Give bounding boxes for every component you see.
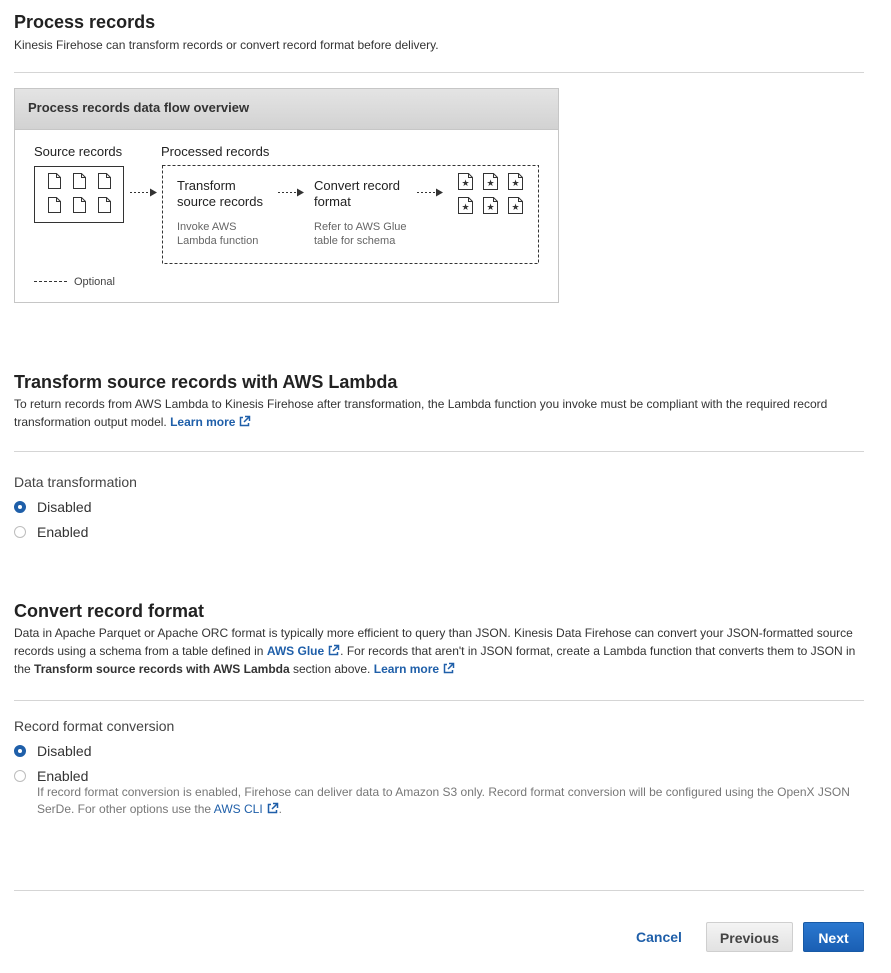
radio-label: Disabled — [37, 743, 92, 759]
convert-step-sub: Refer to AWS Glue table for schema — [314, 220, 407, 248]
transform-step: Transform source records — [177, 178, 263, 210]
transform-section-title: Transform source records with AWS Lambda — [14, 372, 398, 392]
radio-label: Enabled — [37, 768, 89, 784]
radio-unchecked-icon[interactable] — [14, 770, 26, 782]
convert-section-description: Data in Apache Parquet or Apache ORC for… — [14, 624, 866, 678]
radio-checked-icon[interactable] — [14, 745, 26, 757]
aws-cli-label: AWS CLI — [213, 802, 263, 816]
external-link-icon — [240, 415, 251, 427]
transform-step-sub: Invoke AWS Lambda function — [177, 220, 258, 248]
transform-sub-line2: Lambda function — [177, 235, 259, 247]
divider — [14, 72, 864, 73]
aws-glue-label: AWS Glue — [266, 644, 325, 658]
convert-desc-bold: Transform source records with AWS Lambda — [34, 662, 290, 676]
record-format-conversion-label: Record format conversion — [14, 718, 175, 734]
aws-cli-link[interactable]: AWS CLI — [214, 802, 279, 816]
convert-desc-text: section above. — [293, 662, 371, 676]
data-transformation-label: Data transformation — [14, 474, 137, 490]
record-format-enabled-radio[interactable]: Enabled — [14, 766, 88, 786]
divider — [14, 890, 864, 891]
record-format-note-text: If record format conversion is enabled, … — [37, 785, 850, 816]
aws-glue-link[interactable]: AWS Glue — [267, 644, 340, 658]
process-records-description: Kinesis Firehose can transform records o… — [14, 38, 439, 52]
radio-checked-icon[interactable] — [14, 501, 26, 513]
next-button[interactable]: Next — [803, 922, 864, 952]
convert-step: Convert record format — [314, 178, 400, 210]
svg-text:★: ★ — [511, 179, 519, 189]
arrow-icon — [436, 188, 443, 197]
transform-learn-more-link[interactable]: Learn more — [170, 415, 251, 429]
data-flow-diagram: Process records data flow overview Sourc… — [14, 88, 559, 303]
arrow-icon — [297, 188, 304, 197]
arrow-icon — [150, 188, 157, 197]
svg-text:★: ★ — [461, 203, 469, 213]
convert-step-line2: format — [314, 194, 351, 209]
divider — [14, 451, 864, 452]
svg-text:★: ★ — [461, 179, 469, 189]
divider — [14, 700, 864, 701]
convert-sub-line1: Refer to AWS Glue — [314, 221, 407, 233]
learn-more-label: Learn more — [373, 662, 440, 676]
transform-section-description: To return records from AWS Lambda to Kin… — [14, 395, 864, 431]
transform-step-line2: source records — [177, 194, 263, 209]
previous-button[interactable]: Previous — [706, 922, 793, 952]
data-transformation-enabled-radio[interactable]: Enabled — [14, 522, 88, 542]
radio-label: Enabled — [37, 524, 89, 540]
external-link-icon — [267, 802, 278, 814]
process-records-title: Process records — [14, 12, 156, 32]
radio-unchecked-icon[interactable] — [14, 526, 26, 538]
record-format-note-text: . — [278, 802, 283, 816]
svg-text:★: ★ — [486, 203, 494, 213]
svg-text:★: ★ — [486, 179, 494, 189]
diagram-graphics: ★ ★ ★ ★ ★ ★ — [34, 165, 539, 282]
radio-label: Disabled — [37, 499, 92, 515]
transform-sub-line1: Invoke AWS — [177, 221, 237, 233]
external-link-icon — [328, 644, 340, 656]
external-link-icon — [443, 662, 455, 674]
convert-section-title: Convert record format — [14, 601, 205, 621]
data-transformation-disabled-radio[interactable]: Disabled — [14, 497, 91, 517]
convert-step-line1: Convert record — [314, 178, 400, 193]
record-format-note: If record format conversion is enabled, … — [37, 784, 857, 818]
transform-step-line1: Transform — [177, 178, 236, 193]
transform-desc-text: To return records from AWS Lambda to Kin… — [14, 397, 828, 429]
learn-more-label: Learn more — [170, 415, 236, 429]
convert-learn-more-link[interactable]: Learn more — [374, 662, 455, 676]
cancel-button[interactable]: Cancel — [626, 922, 692, 952]
convert-sub-line2: table for schema — [314, 235, 396, 247]
optional-legend-label: Optional — [74, 276, 115, 288]
record-format-disabled-radio[interactable]: Disabled — [14, 741, 91, 761]
svg-text:★: ★ — [511, 203, 519, 213]
